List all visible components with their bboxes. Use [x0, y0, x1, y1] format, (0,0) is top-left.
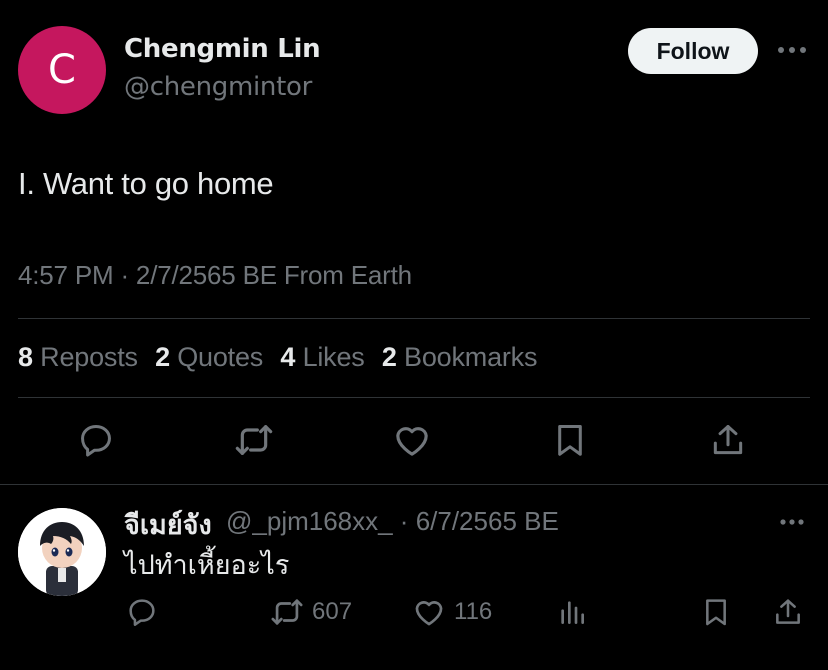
- reply-share-button[interactable]: [772, 596, 804, 628]
- divider: [18, 397, 810, 398]
- author-handle[interactable]: @chengmintor: [124, 72, 312, 102]
- follow-button[interactable]: Follow: [628, 28, 758, 74]
- reply-like-button[interactable]: 116: [412, 596, 492, 628]
- share-icon: [776, 599, 800, 624]
- likes-stat[interactable]: 4 Likes: [280, 342, 364, 372]
- author-avatar[interactable]: C: [18, 26, 106, 114]
- reply-bookmark-button[interactable]: [700, 596, 732, 628]
- bookmarks-label: Bookmarks: [404, 342, 538, 372]
- reply-views-button[interactable]: [556, 596, 588, 628]
- bookmark-icon: [706, 599, 726, 626]
- likes-count: 4: [280, 342, 296, 372]
- heart-icon: [415, 601, 443, 626]
- reposts-count: 8: [18, 342, 33, 372]
- quotes-label: Quotes: [177, 342, 264, 372]
- bookmarks-count: 2: [381, 342, 397, 372]
- likes-label: Likes: [302, 342, 365, 372]
- tweet-text: I. Want to go home: [18, 166, 274, 201]
- bookmark-icon: [558, 425, 582, 456]
- tweet-timestamp[interactable]: 4:57 PM · 2/7/2565 BE From Earth: [18, 260, 412, 291]
- author-display-name[interactable]: Chengmin Lin: [124, 34, 321, 64]
- reposts-label: Reposts: [40, 342, 138, 372]
- bookmark-button[interactable]: [548, 418, 592, 462]
- reply-display-name[interactable]: จีเมย์จัง: [124, 503, 212, 546]
- share-button[interactable]: [706, 418, 750, 462]
- reply-icon: [81, 425, 111, 457]
- reply-reply-button[interactable]: [126, 596, 158, 628]
- reply-icon: [129, 599, 155, 626]
- share-icon: [713, 425, 743, 455]
- repost-button[interactable]: [232, 418, 276, 462]
- views-chart-icon: [561, 601, 584, 624]
- reply-repost-button[interactable]: 607: [270, 596, 352, 628]
- repost-icon: [235, 425, 273, 455]
- bookmarks-stat[interactable]: 2 Bookmarks: [381, 342, 538, 372]
- reply-button[interactable]: [74, 418, 118, 462]
- reply-like-count: 116: [454, 598, 493, 625]
- reply-text: ไปทำเหี้ยอะไร: [124, 550, 290, 581]
- like-button[interactable]: [390, 418, 434, 462]
- reply-handle-date[interactable]: @_pjm168xx_ · 6/7/2565 BE: [226, 506, 559, 537]
- reply-repost-count: 607: [312, 598, 353, 625]
- divider: [0, 484, 828, 485]
- heart-icon: [396, 427, 428, 456]
- more-options-icon[interactable]: [776, 36, 808, 64]
- engagement-stats: 8 Reposts 2 Quotes 4 Likes 2 Bookmarks: [18, 342, 547, 373]
- quotes-count: 2: [155, 342, 170, 372]
- reply-avatar[interactable]: [18, 508, 106, 596]
- reposts-stat[interactable]: 8 Reposts: [18, 342, 138, 372]
- reply-more-options-icon[interactable]: [776, 508, 808, 536]
- divider: [18, 318, 810, 319]
- quotes-stat[interactable]: 2 Quotes: [155, 342, 263, 372]
- repost-icon: [271, 599, 303, 625]
